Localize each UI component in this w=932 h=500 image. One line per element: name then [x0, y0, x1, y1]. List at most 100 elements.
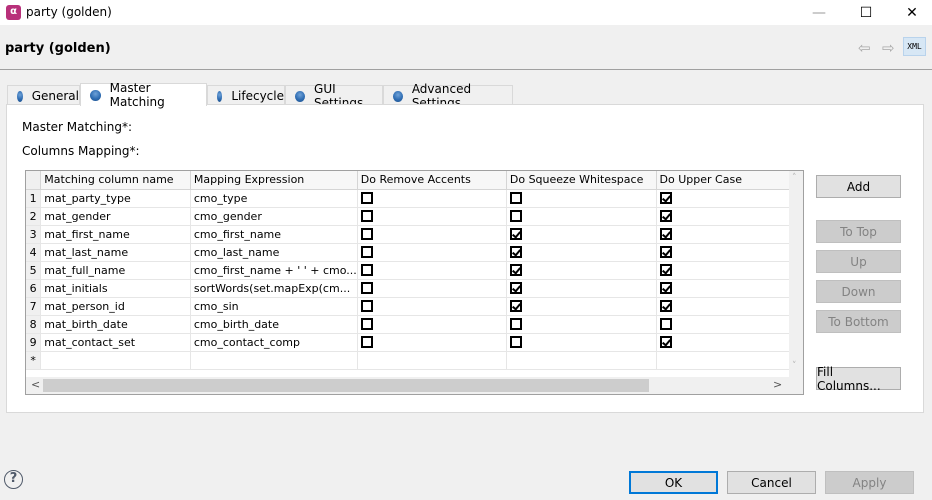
- table-row[interactable]: 9 mat_contact_set cmo_contact_comp: [26, 333, 803, 352]
- matching-column-name-cell[interactable]: mat_person_id: [40, 297, 191, 316]
- remove-accents-checkbox[interactable]: [360, 191, 373, 204]
- column-header-mapping-expression[interactable]: Mapping Expression: [190, 171, 358, 190]
- scroll-right-icon[interactable]: >: [773, 378, 782, 391]
- tab-lifecycle[interactable]: Lifecycle: [207, 85, 285, 106]
- upper-case-checkbox[interactable]: [659, 335, 672, 348]
- table-row[interactable]: 6 mat_initials sortWords(set.mapExp(cm...: [26, 279, 803, 298]
- empty-cell[interactable]: [506, 351, 657, 370]
- horizontal-scrollbar[interactable]: < >: [26, 377, 803, 394]
- squeeze-whitespace-checkbox[interactable]: [509, 281, 522, 294]
- ok-button[interactable]: OK: [629, 471, 718, 494]
- tab-advanced-settings[interactable]: Advanced Settings: [383, 82, 513, 110]
- forward-arrow-icon[interactable]: ⇨: [882, 39, 895, 57]
- mapping-expression-cell[interactable]: cmo_contact_comp: [190, 333, 358, 352]
- table-row[interactable]: 1 mat_party_type cmo_type: [26, 189, 803, 208]
- table-row[interactable]: 2 mat_gender cmo_gender: [26, 207, 803, 226]
- squeeze-whitespace-cell: [506, 261, 657, 280]
- to-bottom-button[interactable]: To Bottom: [816, 310, 901, 333]
- squeeze-whitespace-checkbox[interactable]: [509, 317, 522, 330]
- apply-button[interactable]: Apply: [825, 471, 914, 494]
- mapping-expression-cell[interactable]: cmo_last_name: [190, 243, 358, 262]
- matching-column-name-cell[interactable]: mat_birth_date: [40, 315, 191, 334]
- upper-case-checkbox[interactable]: [659, 263, 672, 276]
- mapping-expression-cell[interactable]: cmo_first_name: [190, 225, 358, 244]
- down-button[interactable]: Down: [816, 280, 901, 303]
- column-header-remove-accents[interactable]: Do Remove Accents: [357, 171, 507, 190]
- minimize-button[interactable]: —: [796, 0, 842, 25]
- table-row[interactable]: 5 mat_full_name cmo_first_name + ' ' + cmo…: [26, 261, 803, 280]
- column-header-squeeze-whitespace[interactable]: Do Squeeze Whitespace: [506, 171, 657, 190]
- squeeze-whitespace-checkbox[interactable]: [509, 245, 522, 258]
- table-header-row: Matching column name Mapping Expression …: [26, 171, 803, 190]
- upper-case-checkbox[interactable]: [659, 245, 672, 258]
- columns-mapping-table[interactable]: Matching column name Mapping Expression …: [25, 170, 804, 395]
- mapping-expression-cell[interactable]: cmo_sin: [190, 297, 358, 316]
- empty-cell[interactable]: [357, 351, 507, 370]
- tab-master-matching[interactable]: Master Matching: [80, 81, 207, 109]
- empty-cell[interactable]: [190, 351, 358, 370]
- help-icon[interactable]: ?: [4, 470, 23, 489]
- mapping-expression-cell[interactable]: cmo_gender: [190, 207, 358, 226]
- matching-column-name-cell[interactable]: mat_gender: [40, 207, 191, 226]
- mapping-expression-cell[interactable]: cmo_first_name + ' ' + cmo...: [190, 261, 358, 280]
- empty-cell[interactable]: [40, 351, 191, 370]
- tab-general[interactable]: General: [7, 85, 80, 106]
- upper-case-checkbox[interactable]: [659, 191, 672, 204]
- column-header-matching-name[interactable]: Matching column name: [40, 171, 191, 190]
- squeeze-whitespace-checkbox[interactable]: [509, 263, 522, 276]
- mapping-expression-cell[interactable]: cmo_type: [190, 189, 358, 208]
- squeeze-whitespace-cell: [506, 279, 657, 298]
- maximize-button[interactable]: ☐: [843, 0, 889, 25]
- vertical-scrollbar[interactable]: ˄ ˅: [789, 171, 803, 377]
- upper-case-checkbox[interactable]: [659, 317, 672, 330]
- fill-columns-button[interactable]: Fill Columns...: [816, 365, 901, 393]
- squeeze-whitespace-checkbox[interactable]: [509, 191, 522, 204]
- matching-column-name-cell[interactable]: mat_last_name: [40, 243, 191, 262]
- scroll-down-icon[interactable]: ˅: [792, 361, 797, 371]
- remove-accents-checkbox[interactable]: [360, 263, 373, 276]
- scroll-up-icon[interactable]: ˄: [792, 173, 797, 183]
- matching-column-name-cell[interactable]: mat_contact_set: [40, 333, 191, 352]
- tab-gui-settings[interactable]: GUI Settings: [285, 82, 383, 110]
- upper-case-cell: [656, 207, 803, 226]
- scroll-left-icon[interactable]: <: [31, 378, 40, 391]
- remove-accents-checkbox[interactable]: [360, 335, 373, 348]
- squeeze-whitespace-checkbox[interactable]: [509, 209, 522, 222]
- column-header-upper-case[interactable]: Do Upper Case: [656, 171, 803, 190]
- upper-case-checkbox[interactable]: [659, 299, 672, 312]
- to-top-button[interactable]: To Top: [816, 220, 901, 243]
- horizontal-scroll-thumb[interactable]: [43, 379, 649, 392]
- squeeze-whitespace-checkbox[interactable]: [509, 227, 522, 240]
- add-button[interactable]: Add: [816, 175, 901, 198]
- remove-accents-checkbox[interactable]: [360, 317, 373, 330]
- new-row[interactable]: *: [26, 351, 803, 370]
- table-row[interactable]: 7 mat_person_id cmo_sin: [26, 297, 803, 316]
- squeeze-whitespace-checkbox[interactable]: [509, 335, 522, 348]
- table-row[interactable]: 8 mat_birth_date cmo_birth_date: [26, 315, 803, 334]
- matching-column-name-cell[interactable]: mat_first_name: [40, 225, 191, 244]
- remove-accents-checkbox[interactable]: [360, 227, 373, 240]
- cancel-button[interactable]: Cancel: [727, 471, 816, 494]
- mapping-expression-cell[interactable]: cmo_birth_date: [190, 315, 358, 334]
- empty-cell[interactable]: [656, 351, 803, 370]
- row-number: 6: [26, 279, 42, 298]
- table-row[interactable]: 4 mat_last_name cmo_last_name: [26, 243, 803, 262]
- xml-button[interactable]: XML: [903, 37, 926, 56]
- matching-column-name-cell[interactable]: mat_party_type: [40, 189, 191, 208]
- remove-accents-checkbox[interactable]: [360, 245, 373, 258]
- table-row[interactable]: 3 mat_first_name cmo_first_name: [26, 225, 803, 244]
- upper-case-checkbox[interactable]: [659, 281, 672, 294]
- up-button[interactable]: Up: [816, 250, 901, 273]
- remove-accents-checkbox[interactable]: [360, 281, 373, 294]
- remove-accents-checkbox[interactable]: [360, 209, 373, 222]
- close-button[interactable]: ✕: [889, 0, 932, 25]
- squeeze-whitespace-checkbox[interactable]: [509, 299, 522, 312]
- upper-case-checkbox[interactable]: [659, 227, 672, 240]
- remove-accents-checkbox[interactable]: [360, 299, 373, 312]
- app-icon: α: [6, 5, 21, 20]
- matching-column-name-cell[interactable]: mat_full_name: [40, 261, 191, 280]
- upper-case-checkbox[interactable]: [659, 209, 672, 222]
- matching-column-name-cell[interactable]: mat_initials: [40, 279, 191, 298]
- back-arrow-icon[interactable]: ⇦: [858, 39, 871, 57]
- mapping-expression-cell[interactable]: sortWords(set.mapExp(cm...: [190, 279, 358, 298]
